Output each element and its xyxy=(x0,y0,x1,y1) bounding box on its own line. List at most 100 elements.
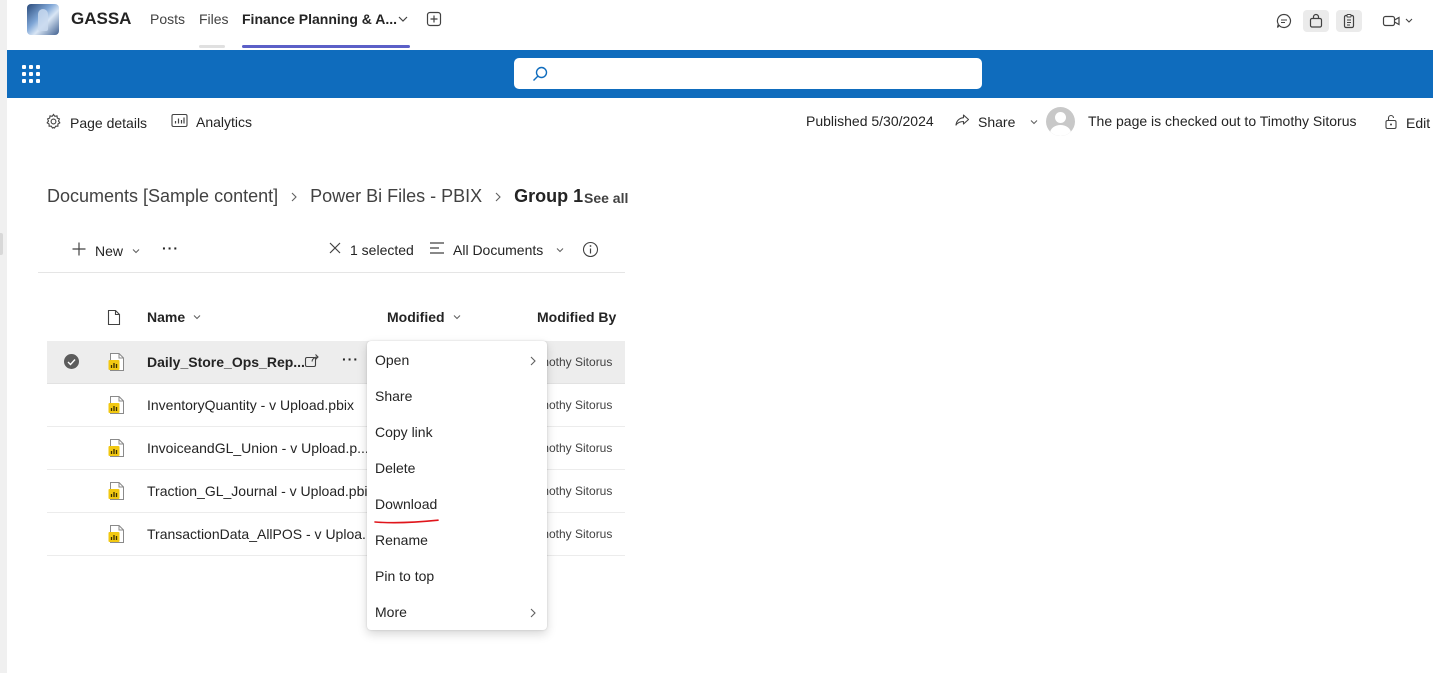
modified-column-label: Modified xyxy=(387,309,445,325)
pbix-file-icon xyxy=(108,352,126,377)
active-tab-indicator xyxy=(242,45,410,48)
clear-selection-button[interactable]: 1 selected xyxy=(328,241,414,258)
clipboard-icon[interactable] xyxy=(1336,10,1362,32)
more-actions-button[interactable]: ··· xyxy=(162,240,179,256)
chevron-down-icon xyxy=(452,309,462,325)
add-tab-icon[interactable] xyxy=(426,11,442,32)
modified-column-header[interactable]: Modified xyxy=(387,309,462,325)
menu-item-label: Pin to top xyxy=(375,568,435,584)
analytics-icon xyxy=(171,113,188,131)
user-avatar[interactable] xyxy=(1046,107,1075,136)
info-icon[interactable] xyxy=(582,241,599,258)
view-switcher[interactable]: All Documents xyxy=(429,241,565,258)
more-icon[interactable]: ··· xyxy=(342,351,359,367)
menu-item-rename[interactable]: Rename xyxy=(367,522,547,558)
tab-files-hover-indicator xyxy=(199,45,225,48)
search-box[interactable] xyxy=(514,58,982,89)
search-input[interactable] xyxy=(560,63,964,85)
name-column-header[interactable]: Name xyxy=(147,309,202,325)
menu-item-label: Rename xyxy=(375,532,428,548)
checkmark-icon[interactable] xyxy=(64,354,79,369)
chevron-down-icon xyxy=(131,243,141,259)
chevron-down-icon xyxy=(555,242,565,258)
menu-item-copy-link[interactable]: Copy link xyxy=(367,414,547,450)
tab-posts[interactable]: Posts xyxy=(150,11,185,27)
chat-icon[interactable] xyxy=(1271,10,1297,32)
share-label: Share xyxy=(978,114,1016,130)
modified-by-cell[interactable]: mothy Sitorus xyxy=(539,441,612,455)
chevron-down-icon xyxy=(192,309,202,325)
pbix-file-icon xyxy=(108,524,126,549)
breadcrumb-item-power-bi-files[interactable]: Power Bi Files - PBIX xyxy=(310,186,482,207)
menu-item-label: Delete xyxy=(375,460,416,476)
view-label: All Documents xyxy=(453,241,544,258)
modified-by-column-label: Modified By xyxy=(537,309,617,325)
share-icon[interactable] xyxy=(304,353,320,373)
pbix-file-icon xyxy=(108,395,126,420)
see-all-link[interactable]: See all xyxy=(584,190,628,206)
page-details-label: Page details xyxy=(70,115,148,131)
menu-item-download[interactable]: Download xyxy=(367,486,547,524)
lock-icon xyxy=(1384,113,1398,133)
share-page-button[interactable]: Share xyxy=(954,113,1039,131)
menu-item-label: Copy link xyxy=(375,424,433,440)
modified-by-column-header[interactable]: Modified By xyxy=(537,309,616,325)
close-icon xyxy=(328,241,342,258)
edit-button[interactable]: Edit xyxy=(1384,113,1430,133)
published-status: Published 5/30/2024 xyxy=(806,113,934,129)
chevron-right-icon xyxy=(493,191,503,203)
gear-icon xyxy=(45,113,62,133)
chevron-right-icon xyxy=(289,191,299,203)
breadcrumb: Documents [Sample content] Power Bi File… xyxy=(47,186,583,207)
menu-item-open[interactable]: Open xyxy=(367,342,547,378)
menu-item-share[interactable]: Share xyxy=(367,378,547,414)
window-edge xyxy=(0,0,7,673)
breadcrumb-item-current: Group 1 xyxy=(514,186,584,206)
search-icon xyxy=(531,65,549,88)
menu-item-more[interactable]: More xyxy=(367,594,547,630)
file-type-column-icon[interactable] xyxy=(107,309,121,326)
chevron-right-icon xyxy=(529,354,537,370)
menu-item-label: Share xyxy=(375,388,413,404)
file-name[interactable]: Traction_GL_Journal - v Upload.pbix xyxy=(147,483,375,499)
app-launcher-icon[interactable] xyxy=(22,65,40,83)
teams-header: GASSA Posts Files Finance Planning & A..… xyxy=(7,0,1433,50)
team-name[interactable]: GASSA xyxy=(71,9,131,29)
window-edge-handle xyxy=(0,233,3,255)
modified-by-cell[interactable]: mothy Sitorus xyxy=(539,398,612,412)
team-avatar[interactable] xyxy=(27,4,59,35)
chevron-right-icon xyxy=(529,606,537,622)
menu-item-label: Open xyxy=(375,352,410,368)
analytics-button[interactable]: Analytics xyxy=(171,113,252,131)
suite-bar xyxy=(7,50,1433,98)
chevron-down-icon xyxy=(1029,114,1039,130)
file-name[interactable]: Daily_Store_Ops_Rep... xyxy=(147,354,305,370)
file-name[interactable]: TransactionData_AllPOS - v Uploa... xyxy=(147,526,374,542)
tab-finance-planning[interactable]: Finance Planning & A... xyxy=(242,11,397,27)
toolbar-divider xyxy=(38,272,625,273)
plus-icon xyxy=(71,241,87,260)
bag-icon[interactable] xyxy=(1303,10,1329,32)
share-icon xyxy=(954,113,970,131)
pbix-file-icon xyxy=(108,481,126,506)
modified-by-cell[interactable]: mothy Sitorus xyxy=(539,484,612,498)
file-name[interactable]: InvoiceandGL_Union - v Upload.p... xyxy=(147,440,369,456)
analytics-label: Analytics xyxy=(196,114,253,130)
new-button[interactable]: New xyxy=(71,241,141,260)
selected-count: 1 selected xyxy=(350,241,414,258)
modified-by-cell[interactable]: mothy Sitorus xyxy=(539,527,612,541)
breadcrumb-item-documents[interactable]: Documents [Sample content] xyxy=(47,186,278,207)
menu-item-pin-to-top[interactable]: Pin to top xyxy=(367,558,547,594)
new-label: New xyxy=(95,242,124,259)
name-column-label: Name xyxy=(147,309,186,325)
chevron-down-icon[interactable] xyxy=(397,12,409,30)
pbix-file-icon xyxy=(108,438,126,463)
file-name[interactable]: InventoryQuantity - v Upload.pbix xyxy=(147,397,354,413)
edit-label: Edit xyxy=(1406,115,1431,131)
video-call-icon[interactable] xyxy=(1379,10,1417,32)
modified-by-cell[interactable]: mothy Sitorus xyxy=(539,355,612,369)
checkout-status: The page is checked out to Timothy Sitor… xyxy=(1088,113,1357,129)
page-details-button[interactable]: Page details xyxy=(45,113,147,133)
tab-files[interactable]: Files xyxy=(199,11,229,27)
menu-item-delete[interactable]: Delete xyxy=(367,450,547,486)
